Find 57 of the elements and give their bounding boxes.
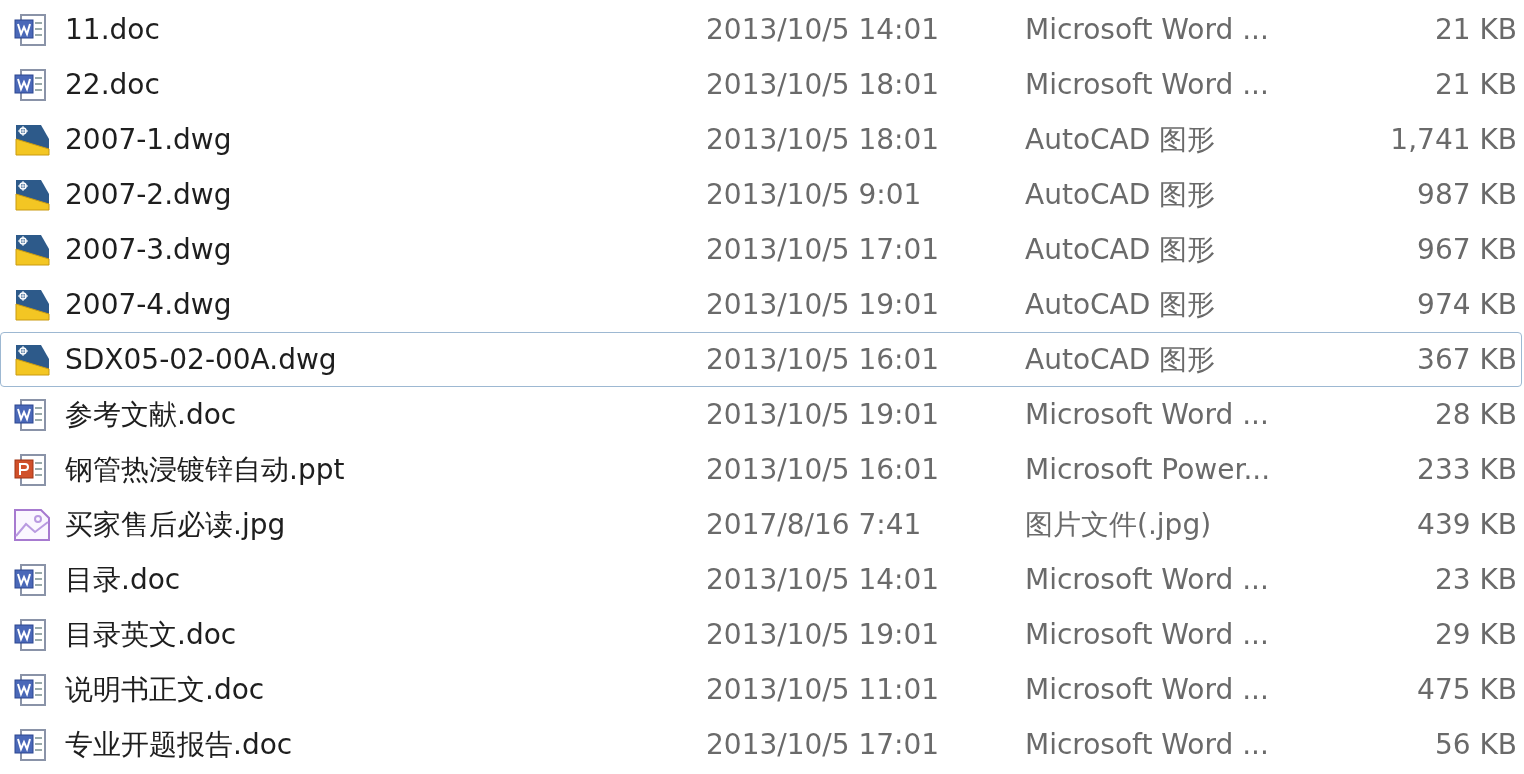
file-type: Microsoft Word ...	[1025, 68, 1270, 101]
modified-date: 2013/10/5 9:01	[706, 178, 923, 211]
file-size: 1,741 KB	[1389, 123, 1518, 156]
modified-date: 2013/10/5 17:01	[706, 233, 941, 266]
file-size: 233 KB	[1416, 453, 1518, 486]
file-size: 439 KB	[1416, 508, 1518, 541]
file-type: AutoCAD 图形	[1025, 121, 1217, 158]
file-size: 56 KB	[1433, 728, 1518, 761]
file-row[interactable]: SDX05-02-00A.dwg 2013/10/5 16:01 AutoCAD 图形 367 KB	[0, 332, 1522, 387]
file-name[interactable]: 目录英文.doc	[65, 615, 706, 654]
file-size: 987 KB	[1416, 178, 1518, 211]
modified-date: 2013/10/5 19:01	[706, 398, 941, 431]
modified-date: 2013/10/5 18:01	[706, 123, 941, 156]
file-name[interactable]: 钢管热浸镀锌自动.ppt	[65, 450, 706, 489]
file-type: Microsoft Word ...	[1025, 398, 1270, 431]
file-name[interactable]: 2007-4.dwg	[65, 288, 706, 321]
file-type: Microsoft Word ...	[1025, 563, 1270, 596]
file-name[interactable]: 2007-2.dwg	[65, 178, 706, 211]
modified-date: 2013/10/5 14:01	[706, 13, 941, 46]
file-size: 23 KB	[1433, 563, 1518, 596]
file-name[interactable]: SDX05-02-00A.dwg	[65, 343, 706, 376]
file-name[interactable]: 22.doc	[65, 68, 706, 101]
file-name[interactable]: 11.doc	[65, 13, 706, 46]
file-type: AutoCAD 图形	[1025, 341, 1217, 378]
file-size: 21 KB	[1433, 68, 1518, 101]
file-type: AutoCAD 图形	[1025, 231, 1217, 268]
file-type: AutoCAD 图形	[1025, 176, 1217, 213]
file-type: Microsoft Power...	[1025, 453, 1272, 486]
modified-date: 2013/10/5 19:01	[706, 618, 941, 651]
file-name[interactable]: 专业开题报告.doc	[65, 725, 706, 764]
file-name[interactable]: 2007-1.dwg	[65, 123, 706, 156]
file-size: 974 KB	[1416, 288, 1518, 321]
modified-date: 2017/8/16 7:41	[706, 508, 923, 541]
file-size: 967 KB	[1416, 233, 1518, 266]
file-type: Microsoft Word ...	[1025, 618, 1270, 651]
file-type: AutoCAD 图形	[1025, 286, 1217, 323]
modified-date: 2013/10/5 18:01	[706, 68, 941, 101]
file-type: Microsoft Word ...	[1025, 728, 1270, 761]
modified-date: 2013/10/5 16:01	[706, 343, 941, 376]
file-type: 图片文件(.jpg)	[1025, 506, 1213, 543]
modified-date: 2013/10/5 11:01	[706, 673, 941, 706]
file-type: Microsoft Word ...	[1025, 13, 1270, 46]
modified-date: 2013/10/5 19:01	[706, 288, 941, 321]
modified-date: 2013/10/5 17:01	[706, 728, 941, 761]
file-size: 475 KB	[1416, 673, 1518, 706]
file-size: 29 KB	[1433, 618, 1518, 651]
file-size: 367 KB	[1416, 343, 1518, 376]
file-size: 28 KB	[1433, 398, 1518, 431]
file-name[interactable]: 参考文献.doc	[65, 395, 706, 434]
modified-date: 2013/10/5 14:01	[706, 563, 941, 596]
file-name[interactable]: 买家售后必读.jpg	[65, 505, 706, 544]
file-name[interactable]: 2007-3.dwg	[65, 233, 706, 266]
file-size: 21 KB	[1433, 13, 1518, 46]
file-type: Microsoft Word ...	[1025, 673, 1270, 706]
modified-date: 2013/10/5 16:01	[706, 453, 941, 486]
file-name[interactable]: 目录.doc	[65, 560, 706, 599]
file-name[interactable]: 说明书正文.doc	[65, 670, 706, 709]
